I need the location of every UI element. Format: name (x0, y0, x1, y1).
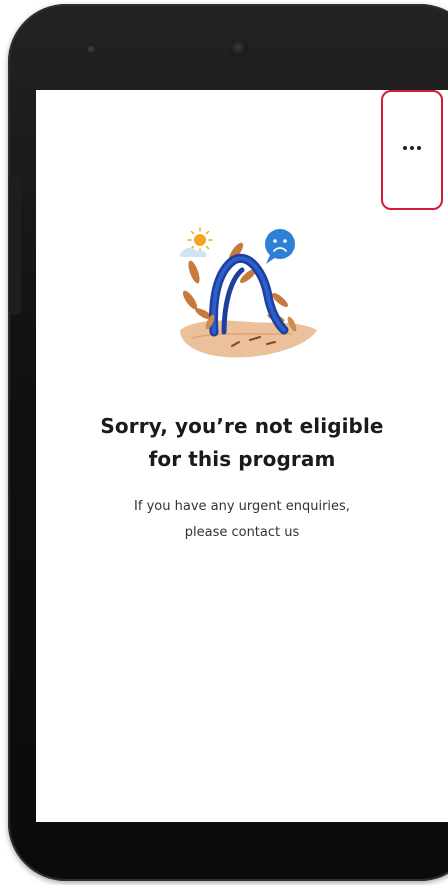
ineligible-illustration (172, 222, 322, 372)
front-camera (230, 39, 248, 57)
sand-ground (180, 320, 317, 358)
ineligible-title: Sorry, you’re not eligible for this prog… (36, 410, 448, 476)
title-line-1: Sorry, you’re not eligible (100, 414, 384, 438)
phone-side-button (9, 175, 21, 315)
more-horizontal-icon (403, 146, 421, 150)
more-options-button[interactable] (381, 90, 443, 210)
speaker-dot (88, 46, 94, 52)
device-stage: Sorry, you’re not eligible for this prog… (0, 0, 448, 885)
sun-icon (179, 227, 213, 257)
message-line-2: please contact us (184, 525, 300, 540)
ineligible-message: If you have any urgent enquiries, please… (36, 494, 448, 546)
sad-face-bubble-icon (265, 229, 295, 264)
message-line-1: If you have any urgent enquiries, (134, 499, 350, 514)
title-line-2: for this program (148, 447, 336, 471)
